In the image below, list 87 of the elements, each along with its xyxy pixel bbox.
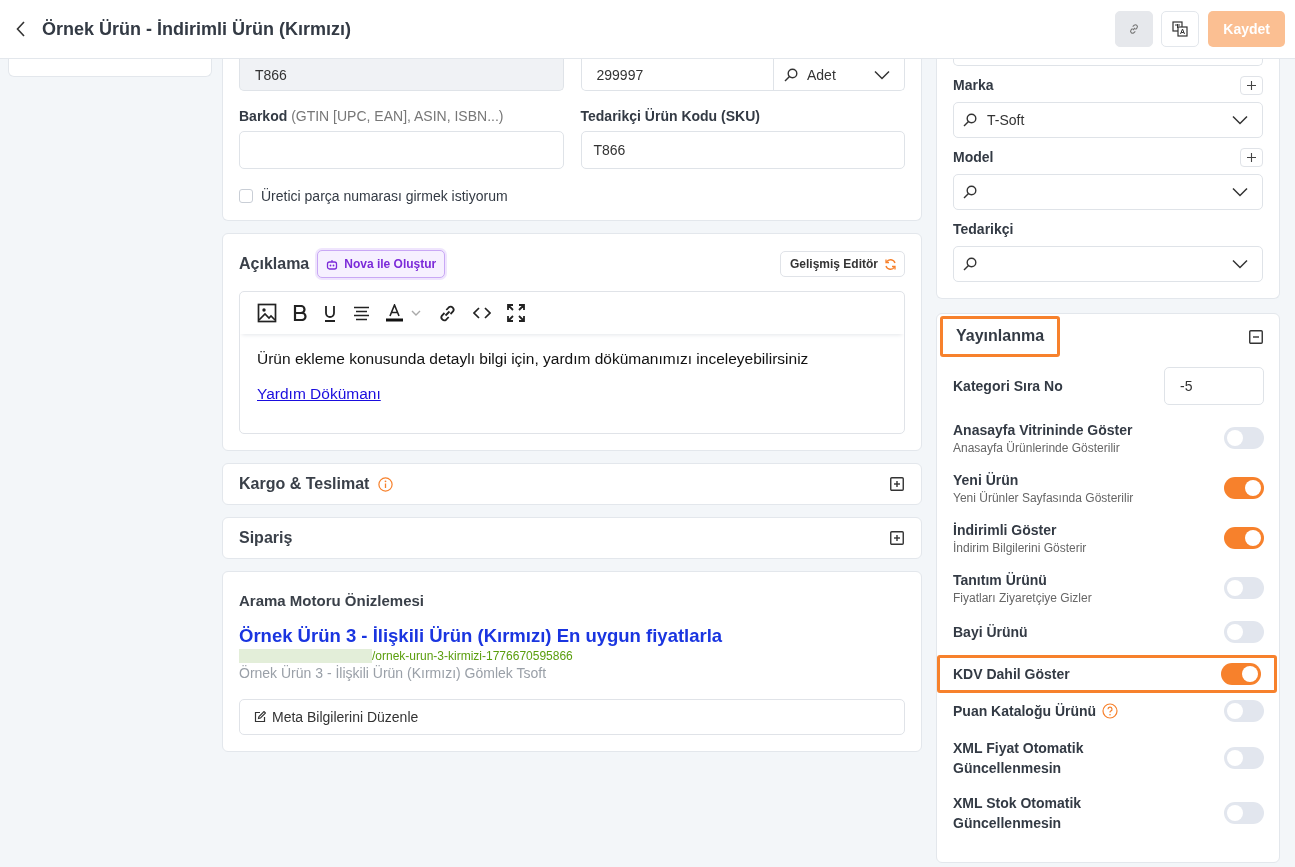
underline-icon[interactable]	[323, 304, 337, 322]
toggle-label: İndirimli Göster	[953, 521, 1057, 540]
chevron-down-icon	[874, 69, 890, 80]
add-button[interactable]	[1240, 147, 1263, 167]
toggle-label: Bayi Ürünü	[953, 623, 1028, 642]
toggle-label: KDV Dahil Göster	[953, 665, 1070, 684]
search-icon	[963, 185, 977, 199]
code-icon[interactable]	[473, 307, 491, 319]
toggle-description: Anasayfa Ürünlerinde Gösterilir	[953, 441, 1121, 455]
select-field[interactable]	[953, 246, 1263, 282]
select-field[interactable]	[953, 174, 1263, 210]
translate-icon	[1172, 21, 1189, 37]
toggle-switch[interactable]	[1221, 663, 1261, 685]
toggle-switch[interactable]	[1224, 526, 1264, 549]
search-icon	[784, 67, 798, 82]
page-title: Örnek Ürün - İndirimli Ürün (Kırmızı)	[42, 18, 351, 40]
toggle-switch[interactable]	[1224, 700, 1264, 722]
chevron-down-icon	[1232, 187, 1248, 197]
toggle-switch[interactable]	[1224, 621, 1264, 643]
field-label: Tedarikçi	[953, 221, 1014, 237]
field-label: Tedarikçi Ürün Kodu (SKU)	[580, 108, 761, 124]
plus-icon	[1247, 80, 1256, 90]
expand-icon[interactable]	[890, 477, 904, 491]
section-title: Yayınlanma	[940, 316, 1061, 357]
input-field[interactable]	[953, 59, 1263, 66]
toggle-label: Puan Kataloğu Ürünü	[953, 702, 1097, 721]
field-label: Marka	[953, 77, 994, 93]
barcode-field[interactable]	[239, 131, 564, 169]
toggle-switch[interactable]	[1224, 426, 1264, 449]
align-center-icon[interactable]	[353, 305, 370, 321]
preview-url: /ornek-urun-3-kirmizi-1776670595866	[372, 649, 573, 663]
category-order-field[interactable]: -5	[1164, 367, 1264, 405]
chevron-down-icon	[1232, 115, 1248, 125]
back-icon[interactable]	[16, 21, 26, 37]
fullscreen-icon[interactable]	[507, 304, 525, 322]
field-label: Barkod (GTIN [UPC, EAN], ASIN, ISBN...)	[239, 108, 505, 124]
bold-icon[interactable]	[293, 305, 307, 321]
toggle-label: Yeni Ürün	[953, 471, 1019, 490]
plus-icon	[1247, 152, 1256, 162]
refresh-icon	[884, 257, 897, 271]
link-button[interactable]	[1115, 11, 1154, 47]
checkbox[interactable]	[239, 189, 253, 203]
add-button[interactable]	[1240, 75, 1263, 95]
section-title: Açıklama	[239, 255, 310, 273]
toggle-description: Fiyatları Ziyaretçiye Gizler	[953, 591, 1092, 605]
toggle-switch[interactable]	[1224, 476, 1264, 499]
chevron-down-icon	[1232, 259, 1248, 269]
robot-icon	[326, 258, 339, 270]
unit-select[interactable]: Adet	[773, 59, 904, 90]
toggle-description: Yeni Ürünler Sayfasında Gösterilir	[953, 491, 1134, 505]
toggle-label: Anasayfa Vitrininde Göster	[953, 421, 1133, 440]
image-icon[interactable]	[257, 303, 277, 323]
field-label: Model	[953, 149, 994, 165]
edit-icon	[254, 711, 266, 723]
expand-icon[interactable]	[890, 531, 904, 545]
sku-field[interactable]: T866	[580, 131, 905, 169]
collapse-icon[interactable]	[1249, 329, 1263, 344]
link-icon	[1128, 23, 1141, 35]
section-title: Arama Motoru Önizlemesi	[239, 592, 426, 609]
toggle-label: XML Fiyat Otomatik Güncellenmesin	[953, 739, 1085, 778]
advanced-editor-button[interactable]: Gelişmiş Editör	[779, 251, 905, 277]
preview-title: Örnek Ürün 3 - İlişkili Ürün (Kırmızı) En uygun fiyatlarla	[239, 625, 724, 647]
toggle-description: İndirim Bilgilerini Gösterir	[953, 541, 1087, 555]
preview-description: Örnek Ürün 3 - İlişkili Ürün (Kırmızı) Gömlek Tsoft	[239, 665, 548, 681]
translate-button[interactable]	[1161, 11, 1200, 47]
section-title: Kargo & Teslimat	[239, 475, 370, 493]
search-icon	[963, 113, 977, 127]
select-field[interactable]: T-Soft	[953, 102, 1263, 138]
collapsible-section[interactable]: Sipariş	[222, 517, 922, 559]
toggle-label: Tanıtım Ürünü	[953, 571, 1047, 590]
search-icon	[963, 257, 977, 271]
collapsible-section[interactable]: Kargo & Teslimat	[222, 463, 922, 505]
section-title: Sipariş	[239, 529, 293, 547]
toggle-label: XML Stok Otomatik Güncellenmesin	[953, 794, 1083, 833]
link-icon[interactable]	[438, 303, 457, 323]
toggle-switch[interactable]	[1224, 576, 1264, 599]
toggle-switch[interactable]	[1224, 802, 1264, 824]
ai-generate-button[interactable]: Nova ile Oluştur	[317, 250, 446, 278]
editor-text: Ürün ekleme konusunda detaylı bilgi için, yardım dökümanımızı inceleyebilirsiniz	[257, 350, 810, 368]
field-label: Kategori Sıra No	[953, 378, 1063, 394]
toggle-switch[interactable]	[1224, 747, 1264, 769]
checkbox-label: Üretici parça numarası girmek istiyorum	[261, 188, 508, 204]
help-link[interactable]: Yardım Dökümanı	[257, 385, 381, 402]
text-color-icon[interactable]	[386, 304, 422, 322]
rich-text-editor[interactable]: Ürün ekleme konusunda detaylı bilgi için, yardım dökümanımızı inceleyebilirsiniz Yardım Dökümanı	[239, 291, 905, 434]
edit-meta-button[interactable]: Meta Bilgilerini Düzenle	[239, 699, 905, 735]
quantity-field[interactable]: 299997	[581, 66, 773, 83]
